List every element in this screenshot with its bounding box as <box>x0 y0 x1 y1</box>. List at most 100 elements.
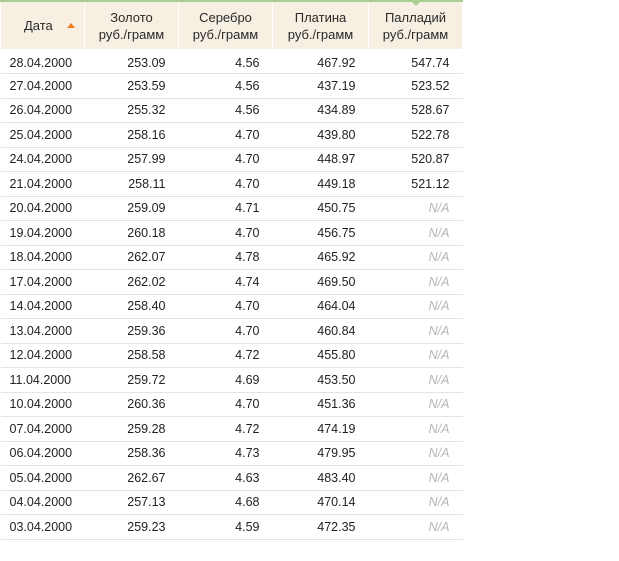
cell-gold: 262.02 <box>84 269 179 295</box>
table-row: 13.04.2000 259.36 4.70 460.84 N/A <box>0 318 463 344</box>
cell-palladium: 528.67 <box>368 98 463 123</box>
cell-gold: 258.40 <box>84 294 179 319</box>
cell-gold: 260.18 <box>84 220 179 246</box>
table-row: 12.04.2000 258.58 4.72 455.80 N/A <box>0 343 463 368</box>
cell-platinum: 449.18 <box>272 171 369 197</box>
table-row: 21.04.2000 258.11 4.70 449.18 521.12 <box>0 171 463 197</box>
cell-silver: 4.70 <box>178 147 273 172</box>
cell-date: 20.04.2000 <box>0 196 85 221</box>
column-header-silver[interactable]: Серебро руб./грамм <box>178 0 273 49</box>
header-row: Дата Золото руб./грамм Серебро руб./грам… <box>0 0 463 49</box>
cell-date: 10.04.2000 <box>0 392 85 417</box>
table-row: 17.04.2000 262.02 4.74 469.50 N/A <box>0 269 463 295</box>
cell-gold: 259.72 <box>84 367 179 393</box>
cell-silver: 4.56 <box>178 49 273 74</box>
column-header-date-label: Дата <box>24 18 53 33</box>
cell-silver: 4.63 <box>178 465 273 491</box>
cell-gold: 259.28 <box>84 416 179 442</box>
cell-gold: 259.36 <box>84 318 179 344</box>
column-header-date[interactable]: Дата <box>0 0 85 49</box>
cell-gold: 253.09 <box>84 49 179 74</box>
cell-date: 19.04.2000 <box>0 220 85 246</box>
cell-palladium: N/A <box>368 220 463 246</box>
table-row: 05.04.2000 262.67 4.63 483.40 N/A <box>0 465 463 491</box>
cell-palladium: N/A <box>368 514 463 540</box>
cell-silver: 4.56 <box>178 73 273 99</box>
cell-date: 28.04.2000 <box>0 49 85 74</box>
cell-palladium: N/A <box>368 441 463 466</box>
cell-palladium: N/A <box>368 490 463 515</box>
cell-platinum: 479.95 <box>272 441 369 466</box>
column-header-palladium[interactable]: Палладий руб./грамм <box>368 0 463 49</box>
column-header-platinum[interactable]: Платина руб./грамм <box>272 0 369 49</box>
table-row: 07.04.2000 259.28 4.72 474.19 N/A <box>0 416 463 442</box>
cell-palladium: N/A <box>368 416 463 442</box>
cell-palladium: 521.12 <box>368 171 463 197</box>
cell-silver: 4.70 <box>178 318 273 344</box>
cell-date: 24.04.2000 <box>0 147 85 172</box>
cell-gold: 255.32 <box>84 98 179 123</box>
cell-date: 13.04.2000 <box>0 318 85 344</box>
table-row: 19.04.2000 260.18 4.70 456.75 N/A <box>0 220 463 246</box>
cell-silver: 4.59 <box>178 514 273 540</box>
cell-gold: 258.11 <box>84 171 179 197</box>
cell-date: 12.04.2000 <box>0 343 85 368</box>
cell-date: 27.04.2000 <box>0 73 85 99</box>
cell-date: 18.04.2000 <box>0 245 85 270</box>
cell-platinum: 464.04 <box>272 294 369 319</box>
column-header-gold-title: Золото <box>110 9 153 25</box>
cell-date: 26.04.2000 <box>0 98 85 123</box>
cell-platinum: 456.75 <box>272 220 369 246</box>
table-row: 14.04.2000 258.40 4.70 464.04 N/A <box>0 294 463 319</box>
cell-palladium: 522.78 <box>368 122 463 148</box>
cell-silver: 4.78 <box>178 245 273 270</box>
cell-gold: 258.16 <box>84 122 179 148</box>
cell-palladium: N/A <box>368 392 463 417</box>
cell-platinum: 450.75 <box>272 196 369 221</box>
cell-palladium: 523.52 <box>368 73 463 99</box>
cell-gold: 253.59 <box>84 73 179 99</box>
cell-platinum: 455.80 <box>272 343 369 368</box>
cell-palladium: N/A <box>368 294 463 319</box>
cell-date: 25.04.2000 <box>0 122 85 148</box>
table-row: 11.04.2000 259.72 4.69 453.50 N/A <box>0 367 463 393</box>
cell-palladium: 520.87 <box>368 147 463 172</box>
cell-platinum: 483.40 <box>272 465 369 491</box>
cell-gold: 257.13 <box>84 490 179 515</box>
column-header-platinum-title: Платина <box>294 9 347 25</box>
cell-platinum: 469.50 <box>272 269 369 295</box>
table-row: 27.04.2000 253.59 4.56 437.19 523.52 <box>0 73 463 99</box>
table-body: 28.04.2000 253.09 4.56 467.92 547.74 27.04.20… <box>0 49 463 540</box>
sort-ascending-icon[interactable] <box>66 23 75 29</box>
table-row: 25.04.2000 258.16 4.70 439.80 522.78 <box>0 122 463 148</box>
cell-gold: 259.23 <box>84 514 179 540</box>
cell-silver: 4.56 <box>178 98 273 123</box>
cell-platinum: 467.92 <box>272 49 369 74</box>
column-header-silver-title: Серебро <box>199 9 252 25</box>
cell-palladium: N/A <box>368 269 463 295</box>
cell-silver: 4.70 <box>178 220 273 246</box>
cell-palladium: N/A <box>368 245 463 270</box>
cell-silver: 4.69 <box>178 367 273 393</box>
column-header-gold-unit: руб./грамм <box>98 26 165 42</box>
table-row: 28.04.2000 253.09 4.56 467.92 547.74 <box>0 49 463 74</box>
table-row: 26.04.2000 255.32 4.56 434.89 528.67 <box>0 98 463 123</box>
header-notch-icon <box>409 0 422 6</box>
column-header-gold[interactable]: Золото руб./грамм <box>84 0 179 49</box>
cell-silver: 4.70 <box>178 171 273 197</box>
cell-palladium: 547.74 <box>368 49 463 74</box>
cell-palladium: N/A <box>368 465 463 491</box>
cell-silver: 4.72 <box>178 416 273 442</box>
cell-date: 05.04.2000 <box>0 465 85 491</box>
table-row: 20.04.2000 259.09 4.71 450.75 N/A <box>0 196 463 221</box>
cell-silver: 4.70 <box>178 392 273 417</box>
cell-silver: 4.70 <box>178 122 273 148</box>
cell-palladium: N/A <box>368 343 463 368</box>
table-row: 18.04.2000 262.07 4.78 465.92 N/A <box>0 245 463 270</box>
cell-gold: 259.09 <box>84 196 179 221</box>
table-row: 04.04.2000 257.13 4.68 470.14 N/A <box>0 490 463 515</box>
cell-palladium: N/A <box>368 367 463 393</box>
cell-date: 11.04.2000 <box>0 367 85 393</box>
cell-platinum: 465.92 <box>272 245 369 270</box>
column-header-palladium-title: Палладий <box>384 9 447 25</box>
